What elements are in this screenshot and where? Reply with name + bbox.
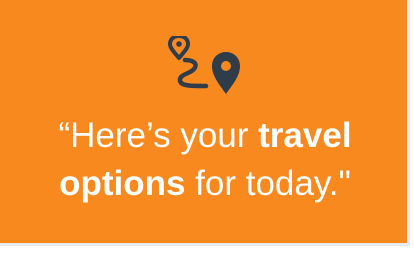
travel-options-message: “Here’s your travel options for today.": [0, 112, 410, 208]
message-highlight-options: options: [59, 164, 186, 203]
message-part-3: for today.": [185, 164, 351, 203]
message-part-1: “Here’s your: [58, 116, 259, 155]
route-pins-icon: [164, 34, 244, 96]
message-highlight-travel: travel: [258, 116, 352, 155]
travel-card: “Here’s your travel options for today.": [0, 0, 410, 246]
